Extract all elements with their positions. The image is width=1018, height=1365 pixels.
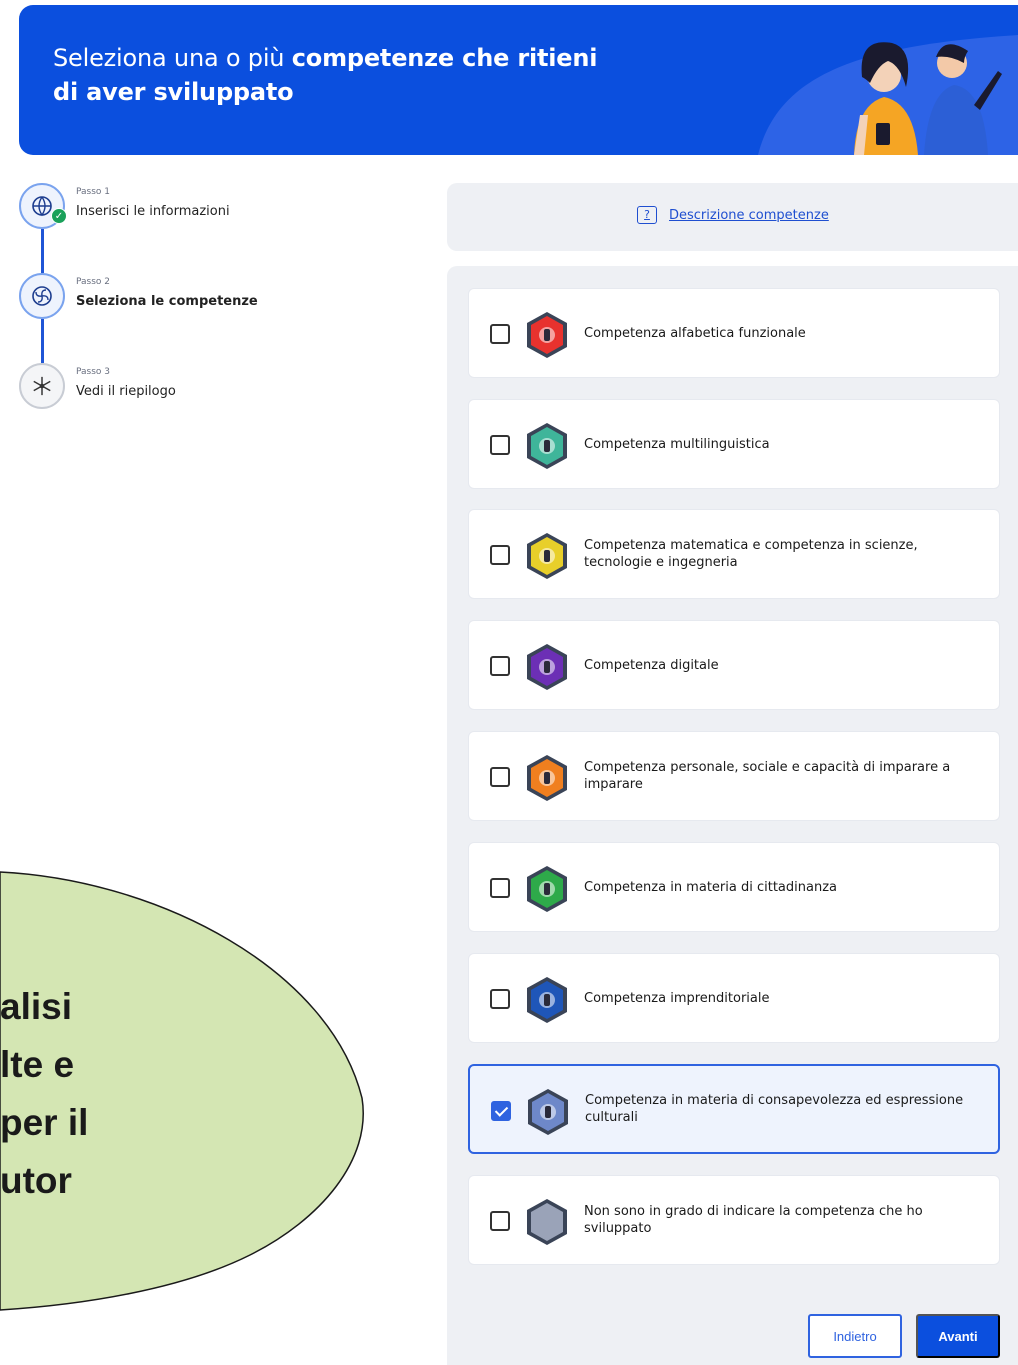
step-1: ✓ Passo 1 Inserisci le informazioni: [19, 183, 419, 231]
competence-label: Competenza in materia di consapevolezza …: [585, 1093, 964, 1125]
hexagon-badge-icon: [527, 1199, 567, 1245]
competence-checkbox[interactable]: [490, 989, 510, 1009]
competence-checkbox[interactable]: [490, 767, 510, 787]
page-title: Seleziona una o più competenze che ritie…: [53, 44, 598, 106]
competence-label: Competenza multilinguistica: [584, 436, 770, 452]
computer-badge-icon: [527, 644, 567, 690]
step-number: Passo 1: [76, 187, 111, 197]
callout-line: per il: [0, 1102, 89, 1143]
competence-label: Competenza in materia di cittadinanza: [584, 879, 837, 895]
snowflake-icon: [19, 363, 65, 409]
step-connector: [41, 319, 44, 363]
competence-card[interactable]: Competenza multilinguistica: [468, 399, 1000, 489]
theater-badge-icon: [528, 1089, 568, 1135]
competence-label: Competenza alfabetica funzionale: [584, 325, 806, 341]
description-link[interactable]: ? Descrizione competenze: [637, 206, 829, 224]
description-link-label: Descrizione competenze: [669, 207, 829, 223]
competence-checkbox[interactable]: [490, 1211, 510, 1231]
competence-checkbox[interactable]: [491, 1101, 511, 1121]
competence-card[interactable]: Competenza imprenditoriale: [468, 953, 1000, 1043]
competence-card[interactable]: Non sono in grado di indicare la compete…: [468, 1175, 1000, 1265]
step-label: Inserisci le informazioni: [76, 204, 230, 219]
completed-check-icon: ✓: [51, 208, 67, 224]
competence-label: Competenza personale, sociale e capacità…: [584, 760, 951, 792]
description-box: ? Descrizione competenze: [447, 183, 1018, 251]
graduation-badge-icon: [527, 755, 567, 801]
competence-checkbox[interactable]: [490, 656, 510, 676]
step-number: Passo 3: [76, 367, 111, 377]
step-2: Passo 2 Seleziona le competenze: [19, 273, 419, 321]
help-icon: ?: [637, 206, 657, 224]
atom-badge-icon: [527, 533, 567, 579]
competence-label: Competenza digitale: [584, 657, 719, 673]
competence-label: Competenza imprenditoriale: [584, 990, 770, 1006]
progress-stepper: ✓ Passo 1 Inserisci le informazioni Pass…: [19, 183, 419, 423]
callout-text: alisi lte e per il utor: [0, 978, 140, 1210]
competence-label: Non sono in grado di indicare la compete…: [584, 1204, 923, 1236]
competence-card[interactable]: Competenza digitale: [468, 620, 1000, 710]
competence-card[interactable]: Competenza in materia di consapevolezza …: [468, 1064, 1000, 1154]
step-label: Vedi il riepilogo: [76, 384, 176, 399]
competence-checkbox[interactable]: [490, 435, 510, 455]
fan-icon: [19, 273, 65, 319]
callout-line: lte e: [0, 1044, 75, 1085]
competence-card[interactable]: Competenza matematica e competenza in sc…: [468, 509, 1000, 599]
step-number: Passo 2: [76, 277, 111, 287]
rocket-badge-icon: [527, 977, 567, 1023]
page-header-banner: Seleziona una o più competenze che ritie…: [19, 5, 1018, 155]
competence-label: Competenza matematica e competenza in sc…: [584, 538, 918, 570]
globe-badge-icon: [527, 423, 567, 469]
competence-card[interactable]: Competenza in materia di cittadinanza: [468, 842, 1000, 932]
competence-checkbox[interactable]: [490, 545, 510, 565]
medal-badge-icon: [527, 866, 567, 912]
next-button[interactable]: Avanti: [916, 1314, 1000, 1358]
students-illustration: [854, 42, 1002, 155]
competence-card[interactable]: Competenza personale, sociale e capacità…: [468, 731, 1000, 821]
competence-checkbox[interactable]: [490, 324, 510, 344]
step-label: Seleziona le competenze: [76, 294, 258, 309]
competence-checkbox[interactable]: [490, 878, 510, 898]
step-connector: [41, 229, 44, 273]
competence-card[interactable]: Competenza alfabetica funzionale: [468, 288, 1000, 378]
callout-line: utor: [0, 1160, 72, 1201]
step-3: Passo 3 Vedi il riepilogo: [19, 363, 419, 411]
pen-badge-icon: [527, 312, 567, 358]
callout-line: alisi: [0, 986, 72, 1027]
back-button[interactable]: Indietro: [808, 1314, 902, 1358]
